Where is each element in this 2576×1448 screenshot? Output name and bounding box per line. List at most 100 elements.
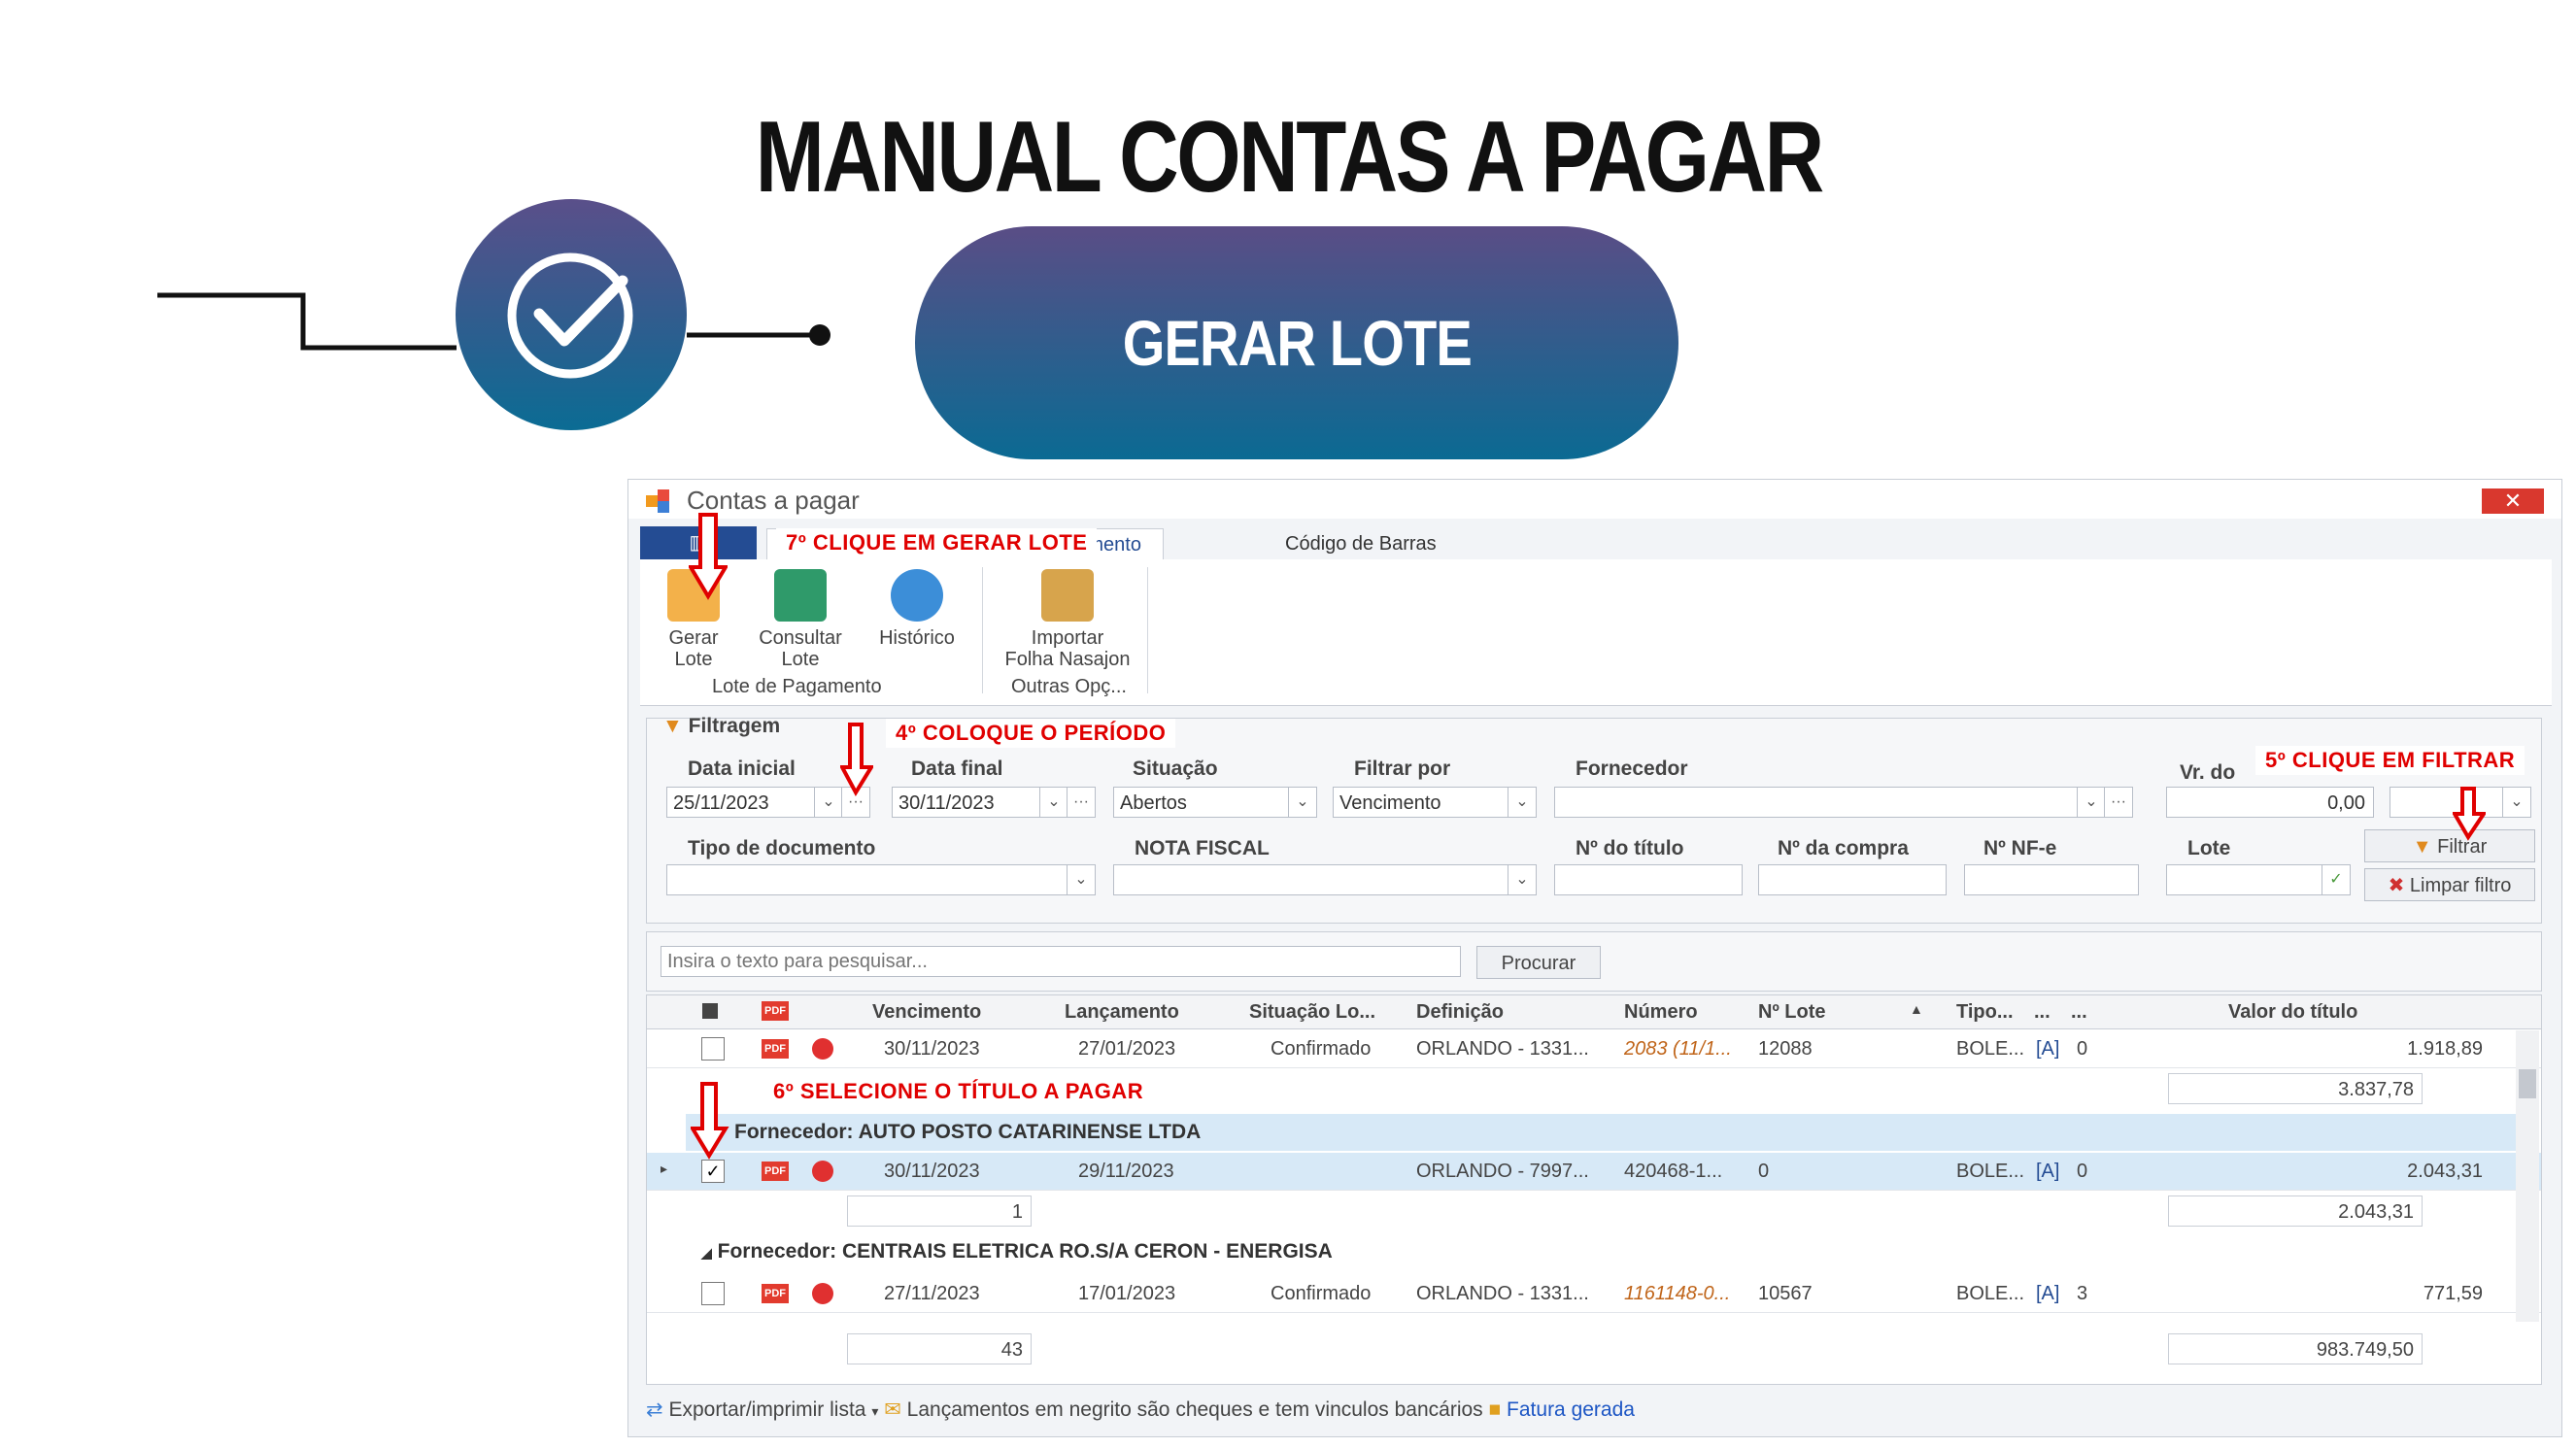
- search-input[interactable]: [661, 946, 1461, 977]
- consultar-lote-button[interactable]: Consultar Lote: [747, 569, 854, 670]
- group-header[interactable]: Fornecedor: AUTO POSTO CATARINENSE LTDA: [686, 1114, 2522, 1151]
- chevron-down-icon[interactable]: ⌄: [2077, 788, 2105, 817]
- vertical-scrollbar[interactable]: [2516, 1030, 2539, 1322]
- cell-tipo: BOLE...: [1956, 1161, 2025, 1182]
- tipo-doc-select[interactable]: ⌄: [666, 864, 1096, 895]
- group-header[interactable]: ◢ Fornecedor: CENTRAIS ELETRICA RO.S/A C…: [701, 1240, 1333, 1263]
- status-dot-icon[interactable]: [812, 1283, 833, 1304]
- import-icon: [1041, 569, 1094, 622]
- nota-fiscal-label: NOTA FISCAL: [1135, 837, 1270, 859]
- col-definicao[interactable]: Definição: [1416, 1001, 1504, 1024]
- window-title: Contas a pagar: [687, 486, 860, 515]
- app-icon: [646, 489, 673, 513]
- status-dot-icon[interactable]: [812, 1038, 833, 1060]
- num-compra-field[interactable]: [1758, 864, 1947, 895]
- status-bar: ⇄ Exportar/imprimir lista ▾ ✉ Lançamento…: [646, 1397, 2540, 1431]
- status-dot-icon[interactable]: [812, 1161, 833, 1182]
- cell-situacao: Confirmado: [1271, 1283, 1372, 1304]
- cell-definicao: ORLANDO - 7997...: [1416, 1161, 1589, 1182]
- legend-note: Lançamentos em negrito são cheques e tem…: [906, 1398, 1483, 1421]
- col-num-lote[interactable]: Nº Lote: [1758, 1001, 1826, 1024]
- folder-icon: ■: [1488, 1398, 1502, 1421]
- check-icon: [507, 253, 633, 379]
- fornecedor-label: Fornecedor: [1576, 758, 1688, 780]
- ellipsis-button[interactable]: ···: [1067, 788, 1095, 817]
- row-checkbox-checked[interactable]: ✓: [701, 1160, 725, 1183]
- cell-lote: 12088: [1758, 1038, 1813, 1060]
- total-value: 983.749,50: [2168, 1333, 2423, 1364]
- ribbon: Gerar Lote Consultar Lote Histórico Impo…: [640, 559, 2552, 706]
- fornecedor-field[interactable]: ⌄ ···: [1554, 787, 2133, 818]
- total-count: 43: [847, 1333, 1032, 1364]
- col-valor[interactable]: Valor do título: [2228, 1001, 2357, 1024]
- arrow-down-icon: [689, 513, 728, 600]
- table-row[interactable]: PDF 30/11/2023 27/01/2023 Confirmado ORL…: [647, 1030, 2541, 1068]
- col-situacao[interactable]: Situação Lo...: [1249, 1001, 1375, 1024]
- lookup-icon[interactable]: ✓: [2322, 865, 2350, 894]
- chevron-down-icon[interactable]: ⌄: [814, 788, 842, 817]
- cell-numero: 2083 (11/1...: [1624, 1038, 1732, 1060]
- doc-icon[interactable]: [A]: [2036, 1161, 2059, 1183]
- export-menu[interactable]: Exportar/imprimir lista: [668, 1398, 865, 1421]
- col-vencimento[interactable]: Vencimento: [872, 1001, 981, 1024]
- cell-numero: 420468-1...: [1624, 1161, 1723, 1182]
- data-final-label: Data final: [911, 758, 1003, 780]
- chevron-down-icon[interactable]: ⌄: [1039, 788, 1068, 817]
- nota-fiscal-select[interactable]: ⌄: [1113, 864, 1537, 895]
- chevron-down-icon[interactable]: ⌄: [2502, 788, 2530, 817]
- historico-button[interactable]: Histórico: [864, 569, 970, 649]
- scrollbar-thumb[interactable]: [2519, 1069, 2536, 1098]
- pdf-icon[interactable]: PDF: [762, 1284, 789, 1303]
- num-titulo-field[interactable]: [1554, 864, 1743, 895]
- chevron-down-icon[interactable]: ▾: [871, 1403, 878, 1419]
- ellipsis-button[interactable]: ···: [2104, 788, 2132, 817]
- situacao-select[interactable]: Abertos ⌄: [1113, 787, 1317, 818]
- cell-lote: 10567: [1758, 1283, 1813, 1304]
- col-numero[interactable]: Número: [1624, 1001, 1698, 1024]
- cell-tipo: BOLE...: [1956, 1038, 2025, 1060]
- num-titulo-label: Nº do título: [1576, 837, 1684, 859]
- callout-step6: 6º SELECIONE O TÍTULO A PAGAR: [763, 1077, 1154, 1106]
- row-checkbox[interactable]: [701, 1037, 725, 1061]
- doc-icon[interactable]: [A]: [2036, 1283, 2059, 1305]
- arrow-down-icon: [840, 723, 873, 796]
- contas-a-pagar-window: Contas a pagar ✕ ▥ 7º CLIQUE EM GERAR LO…: [627, 479, 2562, 1437]
- arrow-down-icon: [691, 1082, 729, 1160]
- close-button[interactable]: ✕: [2482, 488, 2544, 514]
- pdf-icon[interactable]: PDF: [762, 1162, 789, 1181]
- filter-title: ▼ Filtragem: [662, 715, 781, 737]
- col-lancamento[interactable]: Lançamento: [1065, 1001, 1179, 1024]
- chevron-down-icon[interactable]: ⌄: [1288, 788, 1316, 817]
- cell-definicao: ORLANDO - 1331...: [1416, 1283, 1589, 1304]
- importar-folha-button[interactable]: Importar Folha Nasajon: [1000, 569, 1135, 670]
- callout-step7: 7º CLIQUE EM GERAR LOTE: [776, 528, 1098, 557]
- col-tipo[interactable]: Tipo...: [1956, 1001, 2014, 1024]
- lote-field[interactable]: ✓: [2166, 864, 2351, 895]
- procurar-button[interactable]: Procurar: [1476, 946, 1601, 979]
- tab-codigo-barras[interactable]: Código de Barras: [1262, 528, 1460, 559]
- col-extra1[interactable]: ...: [2034, 1001, 2051, 1024]
- pdf-icon[interactable]: PDF: [762, 1039, 789, 1059]
- chevron-down-icon[interactable]: ⌄: [1067, 865, 1095, 894]
- filtrar-button[interactable]: ▼ Filtrar: [2364, 829, 2535, 862]
- filtrar-por-select[interactable]: Vencimento ⌄: [1333, 787, 1537, 818]
- table-row[interactable]: PDF 27/11/2023 17/01/2023 Confirmado ORL…: [647, 1275, 2541, 1313]
- num-nfe-field[interactable]: [1964, 864, 2139, 895]
- table-row-selected[interactable]: ▸ ✓ PDF 30/11/2023 29/11/2023 ORLANDO - …: [647, 1153, 2541, 1191]
- num-compra-label: Nº da compra: [1778, 837, 1909, 859]
- data-final-field[interactable]: 30/11/2023 ⌄ ···: [892, 787, 1096, 818]
- chevron-down-icon[interactable]: ⌄: [1508, 788, 1536, 817]
- limpar-filtro-button[interactable]: ✖ Limpar filtro: [2364, 868, 2535, 901]
- grid-header: PDF Vencimento Lançamento Situação Lo...…: [647, 995, 2541, 1029]
- cell-numero: 1161148-0...: [1624, 1283, 1731, 1304]
- tipo-doc-label: Tipo de documento: [688, 837, 876, 859]
- select-all-checkbox[interactable]: [702, 1003, 718, 1019]
- doc-icon[interactable]: [A]: [2036, 1038, 2059, 1061]
- group-lote-pagamento: Lote de Pagamento: [712, 676, 882, 697]
- vr-field[interactable]: 0,00: [2166, 787, 2374, 818]
- arrow-down-icon: [2453, 787, 2486, 841]
- subtotal-2: 2.043,31: [2168, 1195, 2423, 1227]
- row-checkbox[interactable]: [701, 1282, 725, 1305]
- chevron-down-icon[interactable]: ⌄: [1508, 865, 1536, 894]
- col-extra2[interactable]: ...: [2071, 1001, 2087, 1024]
